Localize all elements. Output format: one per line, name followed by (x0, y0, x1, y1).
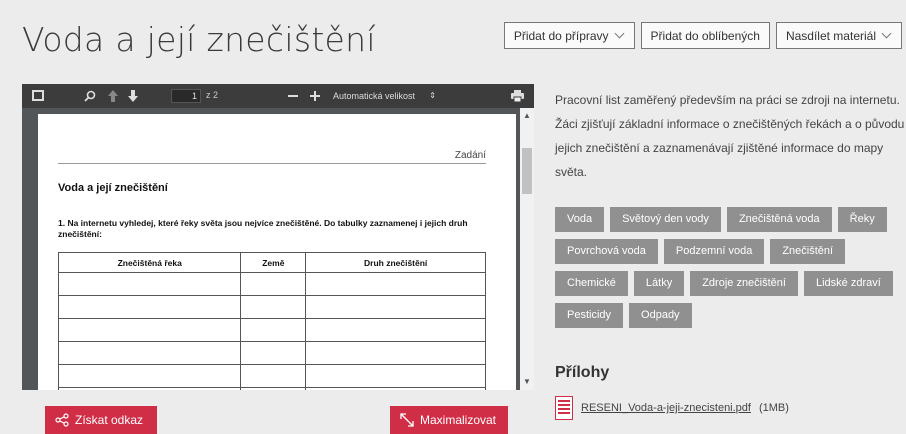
tag[interactable]: Řeky (837, 207, 887, 232)
viewer-toolbar: 1 z 2 Automatická velikost ⇕ (22, 84, 534, 108)
document-page: Zadání Voda a její znečištění 1. Na inte… (38, 114, 516, 390)
attachment-size: (1MB) (758, 402, 789, 414)
chevron-down-icon (881, 28, 892, 39)
search-icon[interactable] (84, 89, 96, 103)
page-number-input[interactable]: 1 (171, 89, 201, 103)
table-row (57, 341, 486, 365)
attachment-link[interactable]: RESENI_Voda-a-jeji-znecisteni.pdf (581, 402, 751, 414)
page-count: z 2 (206, 90, 219, 100)
tag[interactable]: Lidské zdraví (803, 271, 893, 296)
scroll-down-icon[interactable]: ▼ (523, 378, 531, 386)
document-question: 1. Na internetu vyhledej, které řeky svě… (58, 218, 468, 239)
print-icon[interactable] (511, 89, 524, 103)
next-page-icon[interactable] (128, 89, 138, 103)
pdf-file-icon (555, 396, 573, 420)
chevron-down-icon (614, 28, 624, 39)
table-header-row: Znečištěná řeka Země Druh znečištění (57, 252, 486, 273)
scrollbar-thumb[interactable] (522, 148, 532, 194)
zoom-out-icon[interactable] (288, 89, 298, 103)
page: Voda a její znečištění Přidat do příprav… (0, 0, 906, 434)
add-favorites-label: Přidat do oblíbených (650, 28, 760, 43)
table-row (57, 272, 486, 296)
share-material-label: Nasdílet materiál (785, 28, 876, 43)
add-to-prep-label: Přidat do přípravy (513, 28, 609, 43)
table-header: Země (240, 252, 307, 273)
table-row (57, 318, 486, 342)
table-row (57, 387, 486, 390)
add-favorites-button[interactable]: Přidat do oblíbených (640, 22, 770, 49)
material-description: Pracovní list zaměřený především na prác… (555, 93, 905, 179)
tag[interactable]: Látky (633, 271, 685, 296)
maximize-button[interactable]: Maximalizovat (390, 406, 508, 434)
expand-icon (400, 413, 414, 427)
zoom-in-icon[interactable] (310, 89, 320, 103)
get-link-label: Získat odkaz (75, 413, 144, 427)
document-header-label: Zadání (454, 150, 486, 161)
table-header: Znečištěná řeka (57, 252, 242, 273)
add-to-prep-button[interactable]: Přidat do přípravy (503, 22, 635, 49)
maximize-label: Maximalizovat (420, 413, 497, 427)
get-link-button[interactable]: Získat odkaz (45, 406, 157, 434)
table-header: Druh znečištění (305, 252, 486, 273)
tag[interactable]: Voda (555, 207, 605, 232)
tag[interactable]: Podzemní voda (663, 239, 765, 264)
previous-page-icon[interactable] (108, 89, 118, 103)
tag[interactable]: Znečištěná voda (726, 207, 832, 232)
select-arrow-icon: ⇕ (429, 91, 436, 100)
page-title: Voda a její znečištění (22, 20, 376, 59)
attachment-item: RESENI_Voda-a-jeji-znecisteni.pdf (1MB) (555, 396, 789, 420)
document-title: Voda a její znečištění (58, 182, 168, 194)
tag[interactable]: Pesticidy (555, 303, 624, 328)
share-icon (55, 413, 69, 427)
tag[interactable]: Zdroje znečištění (690, 271, 798, 296)
tag[interactable]: Znečištění (770, 239, 846, 264)
action-bar: Přidat do přípravy Přidat do oblíbených … (503, 22, 902, 49)
tag[interactable]: Odpady (629, 303, 692, 328)
zoom-select[interactable]: Automatická velikost ⇕ (330, 89, 440, 103)
scroll-up-icon[interactable]: ▲ (523, 112, 531, 120)
table-row (57, 364, 486, 388)
zoom-select-value: Automatická velikost (333, 91, 416, 101)
pdf-viewer: 1 z 2 Automatická velikost ⇕ Zadání Voda… (22, 84, 534, 390)
sidebar-toggle-icon[interactable] (32, 90, 44, 101)
document-header: Zadání (58, 136, 486, 164)
table-row (57, 295, 486, 319)
tag[interactable]: Chemické (555, 271, 628, 296)
share-material-button[interactable]: Nasdílet materiál (775, 22, 902, 49)
document-table: Znečištěná řeka Země Druh znečištění (57, 252, 486, 390)
tag[interactable]: Povrchová voda (555, 239, 658, 264)
tag-list: Voda Světový den vody Znečištěná voda Ře… (555, 207, 905, 328)
tag[interactable]: Světový den vody (610, 207, 721, 232)
attachments-title: Přílohy (555, 364, 610, 381)
viewer-scrollbar[interactable]: ▲ ▼ (520, 108, 534, 390)
